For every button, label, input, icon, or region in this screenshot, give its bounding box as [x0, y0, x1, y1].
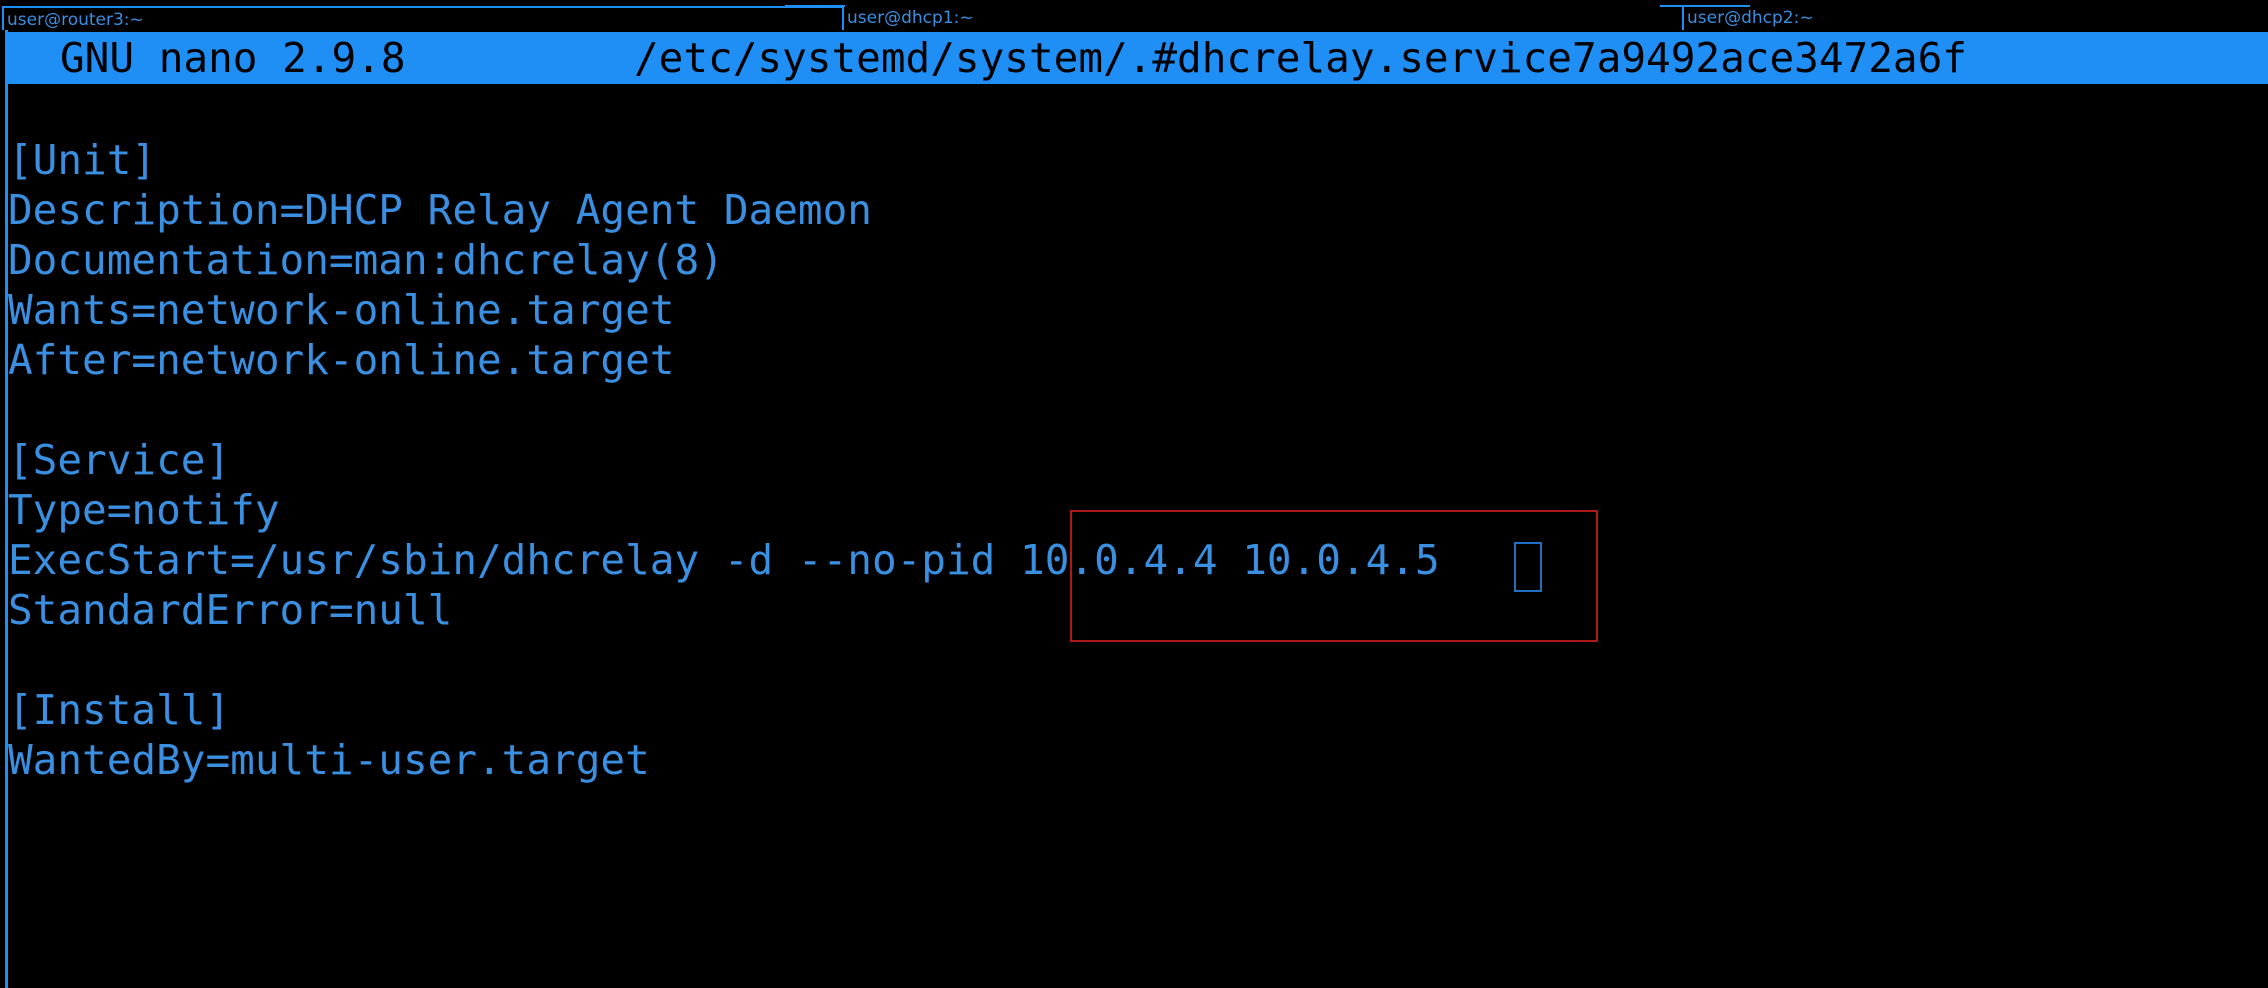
tab-dhcp1[interactable]: user@dhcp1:~	[842, 6, 1682, 30]
tab-dhcp2[interactable]: user@dhcp2:~	[1682, 6, 2268, 30]
terminal-tab-bar: user@router3:~ user@dhcp1:~ user@dhcp2:~	[0, 0, 2268, 30]
file-line: [Unit]	[8, 136, 157, 184]
file-line: StandardError=null	[8, 586, 453, 634]
file-line: WantedBy=multi-user.target	[8, 736, 650, 784]
text-cursor	[1514, 542, 1542, 592]
tab-router3[interactable]: user@router3:~	[2, 6, 842, 30]
nano-title-bar: GNU nano 2.9.8 /etc/systemd/system/.#dhc…	[8, 32, 2268, 84]
file-line: Documentation=man:dhcrelay(8)	[8, 236, 724, 284]
file-line: After=network-online.target	[8, 336, 675, 384]
nano-version: GNU nano 2.9.8	[60, 34, 406, 82]
terminal-window: user@router3:~ user@dhcp1:~ user@dhcp2:~…	[0, 0, 2268, 988]
file-line: Wants=network-online.target	[8, 286, 675, 334]
file-line: Type=notify	[8, 486, 280, 534]
nano-filename: /etc/systemd/system/.#dhcrelay.service7a…	[634, 34, 1967, 82]
file-line: Description=DHCP Relay Agent Daemon	[8, 186, 872, 234]
file-line: [Service]	[8, 436, 231, 484]
file-line: [Install]	[8, 686, 231, 734]
